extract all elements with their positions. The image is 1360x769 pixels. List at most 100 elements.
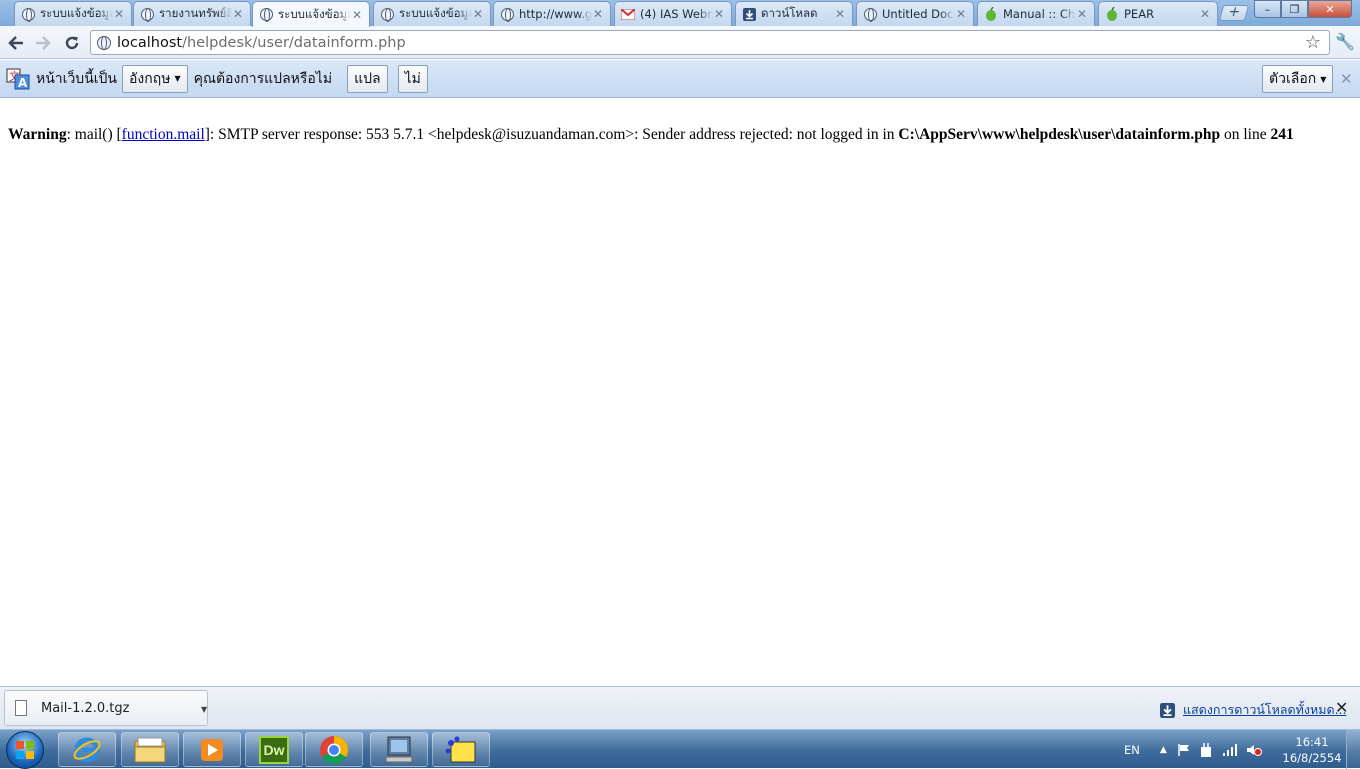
tab-6[interactable]: (4) IAS Webm ✕ (614, 1, 732, 26)
flag-icon[interactable] (1177, 743, 1191, 757)
clock[interactable]: 16:41 16/8/2554 (1280, 734, 1344, 766)
new-tab-button[interactable]: + (1218, 4, 1250, 21)
close-icon[interactable]: ✕ (232, 7, 244, 21)
close-infobar-icon[interactable]: ✕ (1340, 70, 1353, 88)
tab-1[interactable]: ระบบแจ้งข้อมูล ✕ (14, 1, 132, 26)
globe-icon (380, 7, 394, 22)
warning-text-1: : mail() [ (66, 126, 122, 143)
globe-icon (500, 7, 514, 22)
no-translate-button[interactable]: ไม่ (397, 64, 428, 93)
network-app-icon (445, 736, 476, 762)
tab-title: http://www.g (519, 7, 592, 21)
taskbar-chrome[interactable] (305, 732, 363, 767)
taskbar-computer[interactable] (370, 732, 428, 767)
warning-text-3: on line (1220, 126, 1271, 143)
translate-question: คุณต้องการแปลหรือไม่ (193, 70, 333, 87)
reload-icon (65, 36, 79, 50)
globe-icon (259, 8, 273, 22)
close-window-button[interactable]: ✕ (1308, 0, 1352, 18)
tab-4[interactable]: ระบบแจ้งข้อมูล ✕ (373, 1, 491, 26)
svg-text:A: A (18, 76, 28, 90)
close-icon[interactable]: ✕ (1199, 7, 1211, 21)
tab-5[interactable]: http://www.g ✕ (493, 1, 611, 26)
toolbar: localhost/helpdesk/user/datainform.php ☆… (0, 26, 1360, 59)
window-controls: – ❐ ✕ (1254, 0, 1352, 18)
internet-explorer-icon (73, 737, 101, 762)
tab-title: (4) IAS Webm (640, 7, 713, 21)
function-mail-link[interactable]: function.mail (122, 126, 205, 143)
warning-label: Warning (8, 126, 67, 143)
close-shelf-icon[interactable]: ✕ (1335, 698, 1348, 717)
windows-logo-icon (16, 741, 34, 759)
taskbar-file-explorer[interactable] (121, 732, 179, 767)
tab-title: ระบบแจ้งข้อมูล (278, 6, 351, 21)
close-icon[interactable]: ✕ (592, 7, 604, 21)
options-button[interactable]: ตัวเลือก ▼ (1262, 65, 1334, 93)
tab-title: ระบบแจ้งข้อมูล (40, 6, 113, 20)
taskbar-media-player[interactable] (183, 732, 241, 767)
show-desktop-button[interactable] (1346, 730, 1360, 769)
line-number: 241 (1270, 126, 1294, 143)
page-info-icon[interactable] (97, 35, 111, 50)
tab-2[interactable]: รายงานทรัพย์สิน ✕ (133, 1, 251, 26)
translate-button[interactable]: แปล (347, 64, 388, 93)
globe-icon (140, 7, 154, 22)
dreamweaver-icon: Dw (259, 735, 289, 764)
language-select[interactable]: อังกฤษ ▼ (122, 64, 188, 93)
address-bar[interactable]: localhost/helpdesk/user/datainform.php ☆ (90, 30, 1330, 55)
network-signal-icon[interactable] (1222, 743, 1238, 757)
tab-9[interactable]: Manual :: Che ✕ (977, 1, 1095, 26)
computer-icon (385, 736, 413, 762)
close-icon[interactable]: ✕ (713, 7, 725, 21)
back-button[interactable] (5, 32, 27, 54)
tab-title: Manual :: Che (1003, 7, 1076, 21)
bookmark-star-icon[interactable]: ☆ (1305, 32, 1321, 53)
restore-button[interactable]: ❐ (1281, 0, 1308, 18)
power-plug-icon[interactable] (1199, 742, 1213, 758)
taskbar-network-app[interactable] (432, 732, 490, 767)
tab-3-active[interactable]: ระบบแจ้งข้อมูล ✕ (252, 1, 370, 27)
close-icon[interactable]: ✕ (834, 7, 846, 21)
forward-arrow-icon (36, 36, 51, 50)
clock-time: 16:41 (1295, 735, 1329, 749)
translate-icon: 文A (6, 67, 30, 91)
tab-title: Untitled Docu (882, 7, 955, 21)
globe-icon (21, 7, 35, 22)
clock-date: 16/8/2554 (1282, 751, 1342, 765)
tab-8[interactable]: Untitled Docu ✕ (856, 1, 974, 26)
tab-7[interactable]: ดาวน์โหลด ✕ (735, 1, 853, 26)
forward-button[interactable] (32, 32, 54, 54)
chevron-down-icon: ▼ (1320, 74, 1327, 84)
close-icon[interactable]: ✕ (1076, 7, 1088, 21)
start-button[interactable] (6, 731, 44, 769)
tab-title: PEAR (1124, 7, 1155, 21)
close-icon[interactable]: ✕ (955, 7, 967, 21)
download-item[interactable]: Mail-1.2.0.tgz ▼ (4, 690, 208, 726)
minimize-button[interactable]: – (1254, 0, 1281, 18)
tab-title: ดาวน์โหลด (761, 6, 818, 20)
taskbar-dreamweaver[interactable]: Dw (245, 732, 303, 767)
close-icon[interactable]: ✕ (351, 8, 363, 22)
translate-prefix: หน้าเว็บนี้เป็น (36, 70, 118, 87)
chrome-icon (320, 735, 348, 764)
taskbar-internet-explorer[interactable] (58, 732, 116, 767)
windows-taskbar: Dw EN ▲ 16:41 16/8/2554 (0, 729, 1360, 769)
language-indicator[interactable]: EN (1124, 743, 1140, 757)
php-warning-message: Warning: mail() [function.mail]: SMTP se… (8, 126, 1294, 144)
show-all-downloads-link[interactable]: แสดงการดาวน์โหลดทั้งหมด... (1160, 700, 1347, 720)
chevron-down-icon[interactable]: ▼ (201, 705, 207, 714)
tab-strip: ระบบแจ้งข้อมูล ✕ รายงานทรัพย์สิน ✕ ระบบแ… (0, 0, 1360, 27)
close-icon[interactable]: ✕ (472, 7, 484, 21)
media-player-icon (201, 738, 223, 761)
tab-title: รายงานทรัพย์สิน (159, 6, 232, 20)
show-all-label: แสดงการดาวน์โหลดทั้งหมด... (1183, 702, 1347, 717)
volume-muted-icon[interactable] (1246, 743, 1262, 757)
globe-icon (863, 7, 877, 22)
options-label: ตัวเลือก (1269, 71, 1317, 87)
wrench-menu-icon[interactable]: 🔧 (1335, 32, 1355, 51)
tab-10[interactable]: PEAR ✕ (1098, 1, 1218, 26)
reload-button[interactable] (61, 32, 83, 54)
file-path: C:\AppServ\www\helpdesk\user\datainform.… (898, 126, 1221, 143)
close-icon[interactable]: ✕ (113, 7, 125, 21)
show-hidden-icons-icon[interactable]: ▲ (1160, 745, 1167, 755)
